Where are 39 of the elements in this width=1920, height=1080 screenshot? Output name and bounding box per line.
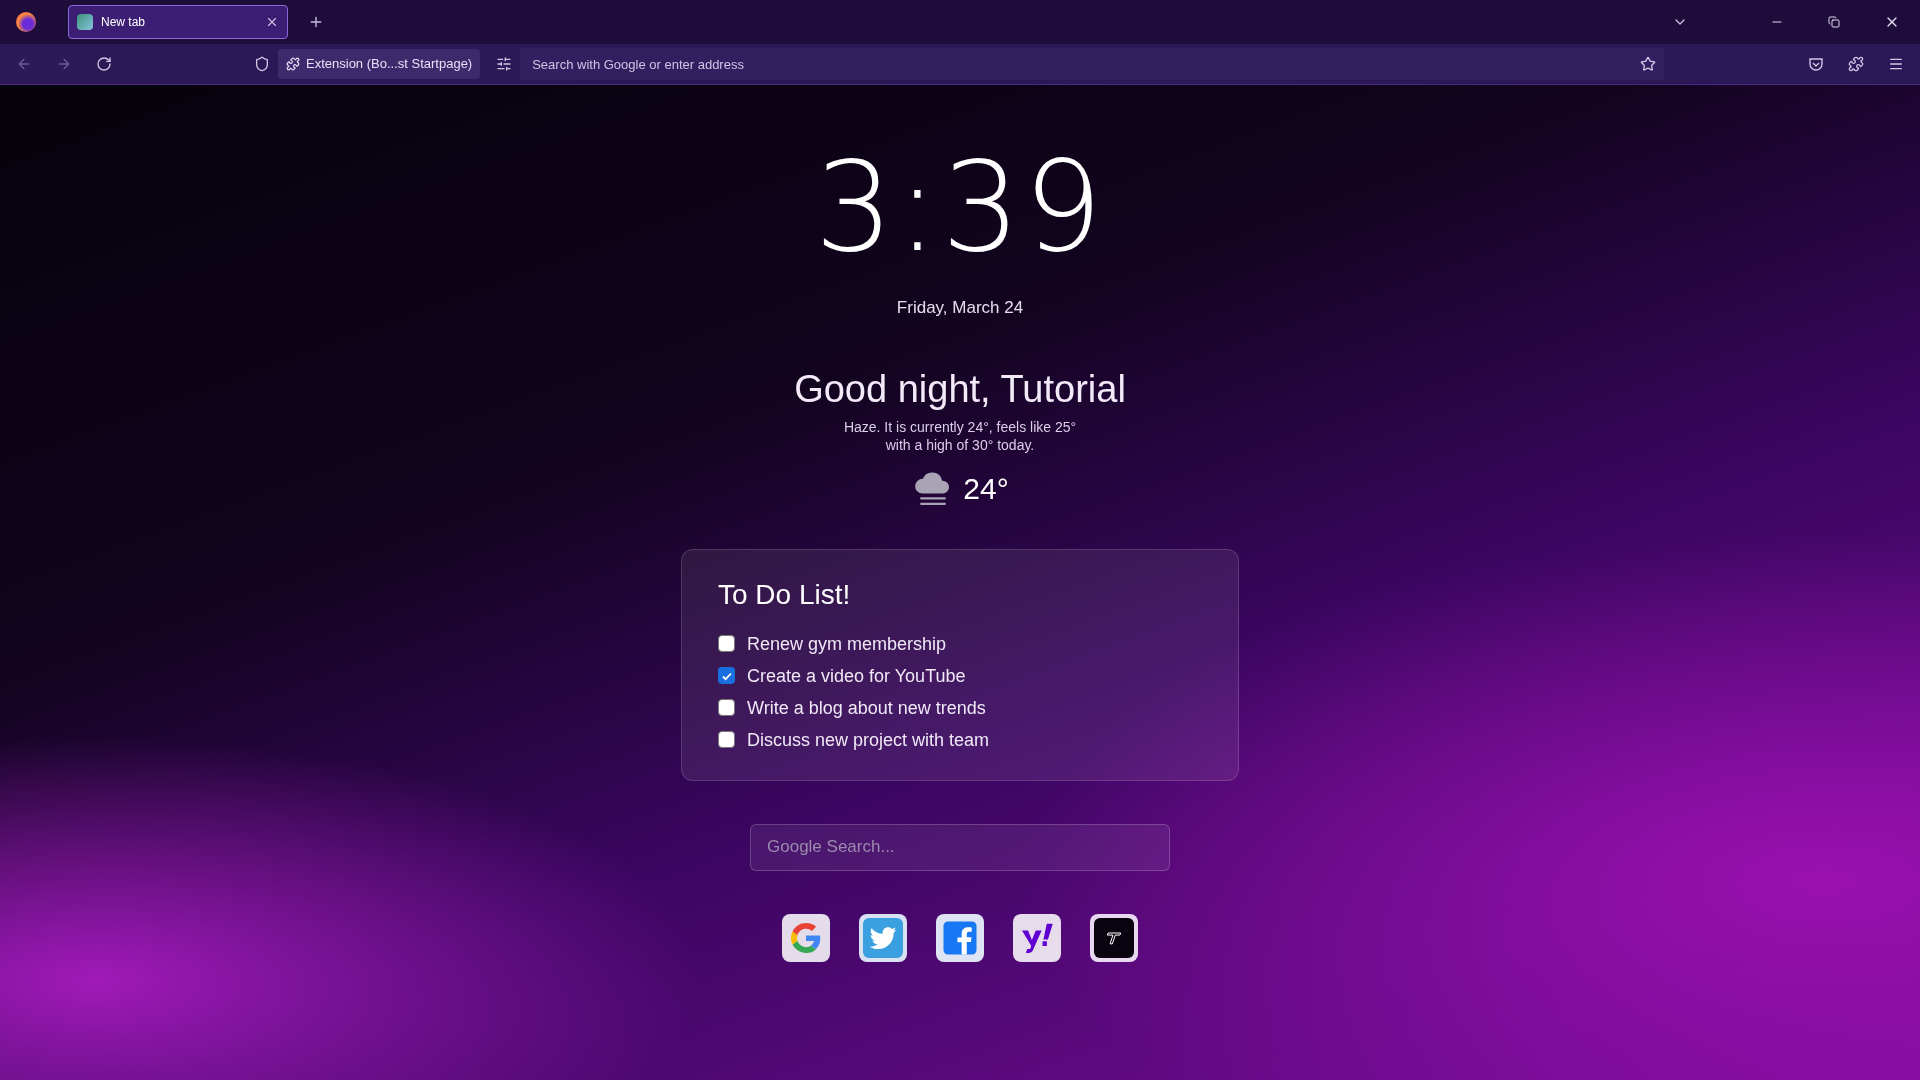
todo-label: Create a video for YouTube <box>747 664 966 688</box>
restore-icon[interactable] <box>1828 16 1840 28</box>
shortcut-tile[interactable] <box>782 913 830 962</box>
puzzle-icon <box>286 57 300 71</box>
todo-label: Discuss new project with team <box>747 728 990 752</box>
menu-icon[interactable] <box>1888 56 1904 72</box>
address-field[interactable]: Search with Google or enter address <box>520 48 1664 80</box>
browser-tab[interactable]: New tab <box>68 5 288 39</box>
tab-title: New tab <box>101 14 147 31</box>
close-icon[interactable] <box>265 15 279 29</box>
date: Friday, March 24 <box>896 297 1024 319</box>
todo-title: To Do List! <box>718 577 852 612</box>
pocket-icon[interactable] <box>1808 56 1824 72</box>
todo-checkbox[interactable] <box>718 635 735 652</box>
shortcut-tile[interactable] <box>1090 913 1138 962</box>
greeting: Good night, Tutorial <box>794 366 1126 412</box>
forward-icon[interactable] <box>56 56 72 72</box>
todo-checkbox[interactable] <box>718 731 735 748</box>
weather-description: Haze. It is currently 24°, feels like 25° with a high of 30° today. <box>843 417 1077 454</box>
tab-favicon-icon <box>77 14 93 30</box>
permissions-icon[interactable] <box>496 56 513 72</box>
todo-checkbox[interactable] <box>718 667 735 684</box>
todo-label: Renew gym membership <box>747 632 947 656</box>
todo-label: Write a blog about new trends <box>747 696 986 720</box>
extensions-icon[interactable] <box>1848 56 1864 72</box>
extension-badge[interactable]: Extension (Bo...st Startpage) <box>278 49 481 79</box>
clock: 3:39 <box>814 145 1106 269</box>
reload-icon[interactable] <box>96 56 112 72</box>
todo-checkbox[interactable] <box>718 699 735 716</box>
new-tab-icon[interactable] <box>308 14 324 30</box>
extension-label: Extension (Bo...st Startpage) <box>306 55 473 74</box>
browser-logo-icon <box>16 12 36 32</box>
weather-temperature: 24° <box>963 470 1009 507</box>
f-logo-icon <box>942 919 978 956</box>
back-icon[interactable] <box>16 56 32 72</box>
shortcut-tile[interactable] <box>936 913 984 962</box>
shortcut-tile[interactable] <box>1013 913 1061 962</box>
shortcut-tile[interactable] <box>859 913 907 962</box>
shield-icon[interactable] <box>254 56 270 72</box>
